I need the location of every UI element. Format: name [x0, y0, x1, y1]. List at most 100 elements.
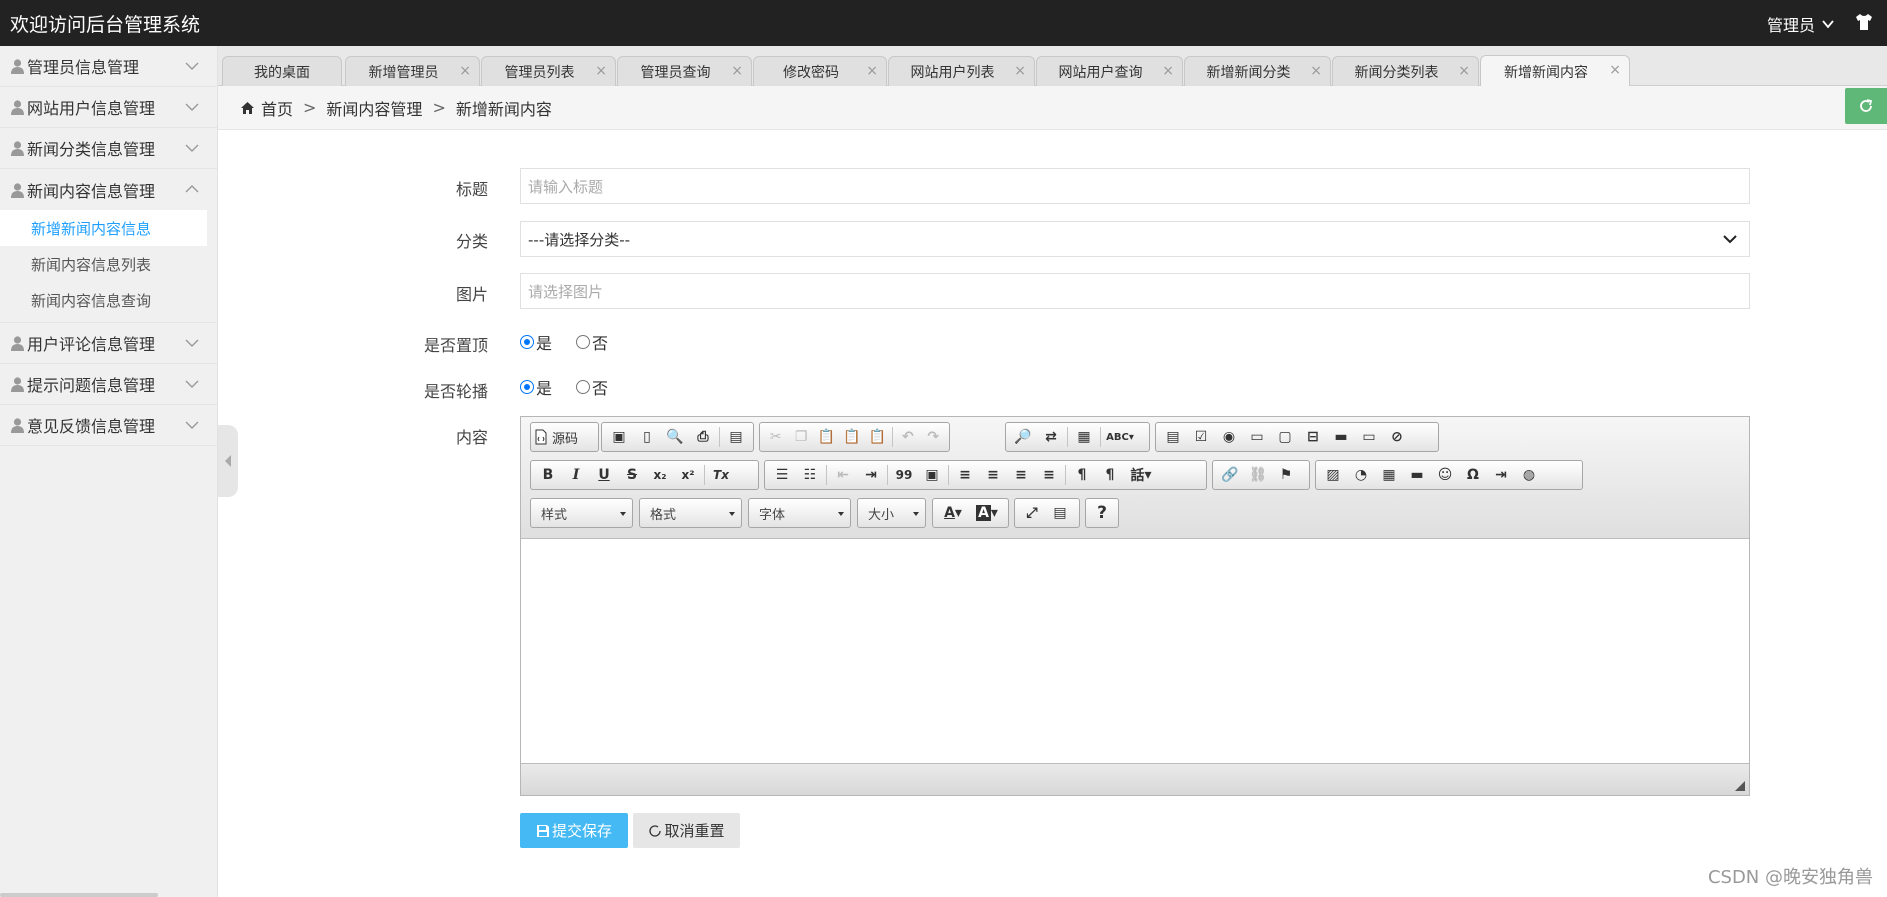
sidebar-group-admin[interactable]: 管理员信息管理: [0, 46, 217, 87]
radio-icon[interactable]: ◉: [1215, 425, 1243, 449]
source-button[interactable]: 源码: [530, 422, 599, 452]
select-field-icon[interactable]: ⊟: [1299, 425, 1327, 449]
indent-icon[interactable]: ⇥: [857, 463, 885, 487]
maximize-icon[interactable]: ⤢: [1018, 501, 1046, 525]
paste-text-icon[interactable]: 📋: [839, 425, 864, 449]
tab-site-user-query[interactable]: 网站用户查询 ×: [1036, 56, 1183, 86]
special-char-icon[interactable]: Ω: [1459, 463, 1487, 487]
tab-add-news-content[interactable]: 新增新闻内容 ×: [1480, 55, 1630, 87]
tab-close-icon[interactable]: ×: [1458, 63, 1470, 79]
sidebar-item-news-list[interactable]: 新闻内容信息列表: [0, 246, 217, 282]
radio-no[interactable]: [576, 335, 591, 349]
image-input[interactable]: 请选择图片: [520, 273, 1750, 309]
strike-icon[interactable]: S: [618, 463, 646, 487]
tab-site-user-list[interactable]: 网站用户列表 ×: [888, 56, 1035, 86]
anchor-icon[interactable]: ⚑: [1272, 463, 1300, 487]
paste-word-icon[interactable]: 📋: [865, 425, 890, 449]
checkbox-icon[interactable]: ☑: [1187, 425, 1215, 449]
iframe-icon[interactable]: ◍: [1515, 463, 1543, 487]
smiley-icon[interactable]: ☺: [1431, 463, 1459, 487]
textfield-icon[interactable]: ▭: [1243, 425, 1271, 449]
editor-content-area[interactable]: [521, 539, 1749, 763]
format-combo[interactable]: 格式: [639, 498, 742, 528]
sidebar-collapse-handle[interactable]: [218, 425, 238, 497]
resize-grip-icon[interactable]: [1735, 781, 1745, 791]
tab-add-category[interactable]: 新增新闻分类 ×: [1184, 56, 1331, 86]
is-top-option-no[interactable]: 否: [576, 330, 608, 354]
underline-icon[interactable]: U: [590, 463, 618, 487]
tab-close-icon[interactable]: ×: [459, 63, 471, 79]
bg-color-icon[interactable]: A ▾: [970, 501, 1004, 525]
paste-icon[interactable]: 📋: [814, 425, 839, 449]
tab-add-admin[interactable]: 新增管理员 ×: [345, 56, 480, 86]
tab-admin-list[interactable]: 管理员列表 ×: [481, 56, 616, 86]
rtl-icon[interactable]: ¶: [1096, 463, 1124, 487]
theme-shirt-icon[interactable]: [1853, 11, 1875, 33]
tab-close-icon[interactable]: ×: [1014, 63, 1026, 79]
ltr-icon[interactable]: ¶: [1068, 463, 1096, 487]
form-icon[interactable]: ▤: [1159, 425, 1187, 449]
flash-icon[interactable]: ◔: [1347, 463, 1375, 487]
show-blocks-icon[interactable]: ▤: [1046, 501, 1074, 525]
link-icon[interactable]: 🔗: [1216, 463, 1244, 487]
blockquote-icon[interactable]: 99: [890, 463, 918, 487]
is-top-option-yes[interactable]: 是: [520, 330, 552, 354]
unlink-icon[interactable]: ⛓: [1244, 463, 1272, 487]
superscript-icon[interactable]: x²: [674, 463, 702, 487]
image-icon[interactable]: ▨: [1319, 463, 1347, 487]
redo-icon[interactable]: ↷: [921, 425, 946, 449]
copy-icon[interactable]: ❐: [788, 425, 813, 449]
style-combo[interactable]: 样式: [530, 498, 633, 528]
div-container-icon[interactable]: ▣: [918, 463, 946, 487]
numbered-list-icon[interactable]: ☰: [768, 463, 796, 487]
submit-save-button[interactable]: 提交保存: [520, 813, 628, 848]
replace-icon[interactable]: ⇄: [1037, 425, 1065, 449]
sidebar-item-add-news[interactable]: 新增新闻内容信息: [0, 210, 207, 246]
undo-icon[interactable]: ↶: [895, 425, 920, 449]
print-icon[interactable]: ⎙: [689, 425, 717, 449]
size-combo[interactable]: 大小: [857, 498, 926, 528]
bold-icon[interactable]: B: [534, 463, 562, 487]
title-input[interactable]: 请输入标题: [520, 168, 1750, 204]
sidebar-group-hints[interactable]: 提示问题信息管理: [0, 364, 217, 405]
font-combo[interactable]: 字体: [748, 498, 851, 528]
align-center-icon[interactable]: ≡: [979, 463, 1007, 487]
textarea-icon[interactable]: ▢: [1271, 425, 1299, 449]
page-break-icon[interactable]: ⇥: [1487, 463, 1515, 487]
hidden-field-icon[interactable]: ⊘: [1383, 425, 1411, 449]
cut-icon[interactable]: ✂: [763, 425, 788, 449]
sidebar-group-feedback[interactable]: 意见反馈信息管理: [0, 405, 217, 446]
language-icon[interactable]: 話 ▾: [1124, 463, 1158, 487]
help-icon[interactable]: ?: [1089, 501, 1115, 525]
tab-desktop[interactable]: 我的桌面: [222, 56, 342, 86]
sidebar-scrollbar[interactable]: [0, 893, 158, 897]
tab-close-icon[interactable]: ×: [595, 63, 607, 79]
align-right-icon[interactable]: ≡: [1007, 463, 1035, 487]
radio-yes[interactable]: [520, 335, 534, 349]
refresh-button[interactable]: [1845, 88, 1887, 124]
align-left-icon[interactable]: ≡: [951, 463, 979, 487]
spellcheck-icon[interactable]: ABC ▾: [1103, 425, 1137, 449]
sidebar-group-news-content[interactable]: 新闻内容信息管理: [0, 169, 217, 210]
select-all-icon[interactable]: ▦: [1070, 425, 1098, 449]
breadcrumb-home[interactable]: 首页: [261, 96, 293, 120]
image-button-icon[interactable]: ▭: [1355, 425, 1383, 449]
button-field-icon[interactable]: ▬: [1327, 425, 1355, 449]
subscript-icon[interactable]: x₂: [646, 463, 674, 487]
radio-yes[interactable]: [520, 380, 534, 394]
breadcrumb-level1[interactable]: 新闻内容管理: [326, 96, 422, 120]
italic-icon[interactable]: I: [562, 463, 590, 487]
tab-admin-query[interactable]: 管理员查询 ×: [617, 56, 752, 86]
templates-icon[interactable]: ▤: [722, 425, 750, 449]
tab-close-icon[interactable]: ×: [731, 63, 743, 79]
save-icon[interactable]: ▣: [605, 425, 633, 449]
sidebar-item-news-query[interactable]: 新闻内容信息查询: [0, 282, 217, 318]
tab-close-icon[interactable]: ×: [1162, 63, 1174, 79]
is-carousel-option-no[interactable]: 否: [576, 375, 608, 399]
sidebar-group-comments[interactable]: 用户评论信息管理: [0, 323, 217, 364]
tab-close-icon[interactable]: ×: [866, 63, 878, 79]
remove-format-icon[interactable]: Tx: [707, 463, 735, 487]
tab-close-icon[interactable]: ×: [1609, 62, 1621, 78]
cancel-reset-button[interactable]: 取消重置: [633, 813, 740, 848]
horizontal-rule-icon[interactable]: ▬: [1403, 463, 1431, 487]
